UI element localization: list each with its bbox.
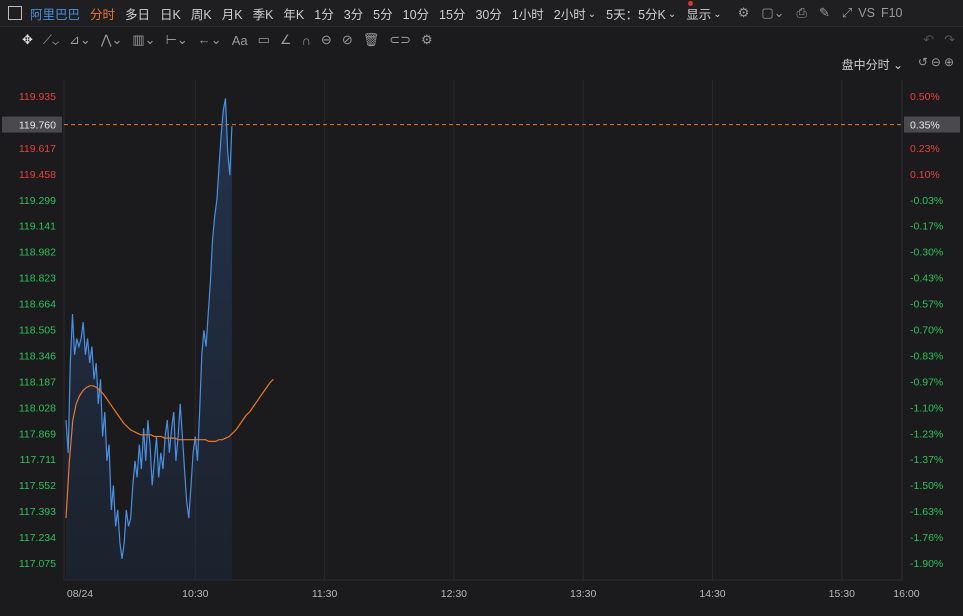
pct-tick-label: -0.17% (910, 221, 943, 233)
pct-tick-label: -1.63% (910, 506, 943, 518)
y-tick-label: 119.141 (19, 221, 56, 233)
pct-tick-label: -0.43% (910, 273, 943, 285)
y-tick-label: 117.552 (19, 480, 56, 492)
pct-tick-label: -0.57% (910, 299, 943, 311)
pct-tick-label: -0.97% (910, 376, 943, 388)
y-tick-label: 118.187 (19, 376, 56, 388)
x-tick-label: 14:30 (699, 588, 725, 600)
x-tick-label: 13:30 (570, 588, 596, 600)
y-tick-label: 119.299 (19, 195, 56, 207)
pct-tick-label: 0.50% (910, 91, 940, 103)
pct-tick-label: -0.83% (910, 350, 943, 362)
pct-tick-label: -0.30% (910, 247, 943, 259)
pct-tick-label: -1.76% (910, 532, 943, 544)
price-chart: 119.935 119.760 119.617 119.458 119.299 119.1… (2, 80, 960, 600)
pct-tick-label: -0.70% (910, 325, 943, 337)
y-tick-label: 118.823 (19, 273, 56, 285)
current-price-label: 119.760 (19, 120, 56, 132)
y-tick-label: 117.075 (19, 558, 56, 570)
pct-tick-label: -0.03% (910, 195, 943, 207)
y-tick-label: 119.935 (19, 91, 56, 103)
y-tick-label: 118.346 (19, 350, 56, 362)
y-tick-label: 118.982 (19, 247, 56, 259)
y-tick-label: 119.458 (19, 169, 56, 181)
x-tick-label: 11:30 (312, 588, 338, 600)
x-tick-label: 16:00 (893, 588, 919, 600)
y-tick-label: 117.711 (20, 454, 57, 466)
y-tick-label: 117.234 (19, 532, 56, 544)
y-tick-label: 117.393 (19, 506, 56, 518)
pct-tick-label: 0.23% (910, 143, 940, 155)
x-tick-label: 12:30 (441, 588, 467, 600)
pct-tick-label: -1.10% (910, 402, 943, 414)
y-tick-label: 117.869 (19, 428, 56, 440)
x-tick-label: 10:30 (182, 588, 208, 600)
y-tick-label: 118.664 (19, 299, 56, 311)
pct-tick-label: -1.50% (910, 480, 943, 492)
y-tick-label: 118.028 (19, 402, 56, 414)
y-tick-label: 119.617 (19, 143, 56, 155)
pct-tick-label: 0.10% (910, 169, 940, 181)
pct-tick-label: -1.90% (910, 558, 943, 570)
current-pct-label: 0.35% (910, 120, 940, 132)
x-tick-label: 08/24 (67, 588, 93, 600)
pct-tick-label: -1.37% (910, 454, 943, 466)
x-tick-label: 15:30 (829, 588, 855, 600)
y-tick-label: 118.505 (19, 325, 56, 337)
pct-tick-label: -1.23% (910, 428, 943, 440)
